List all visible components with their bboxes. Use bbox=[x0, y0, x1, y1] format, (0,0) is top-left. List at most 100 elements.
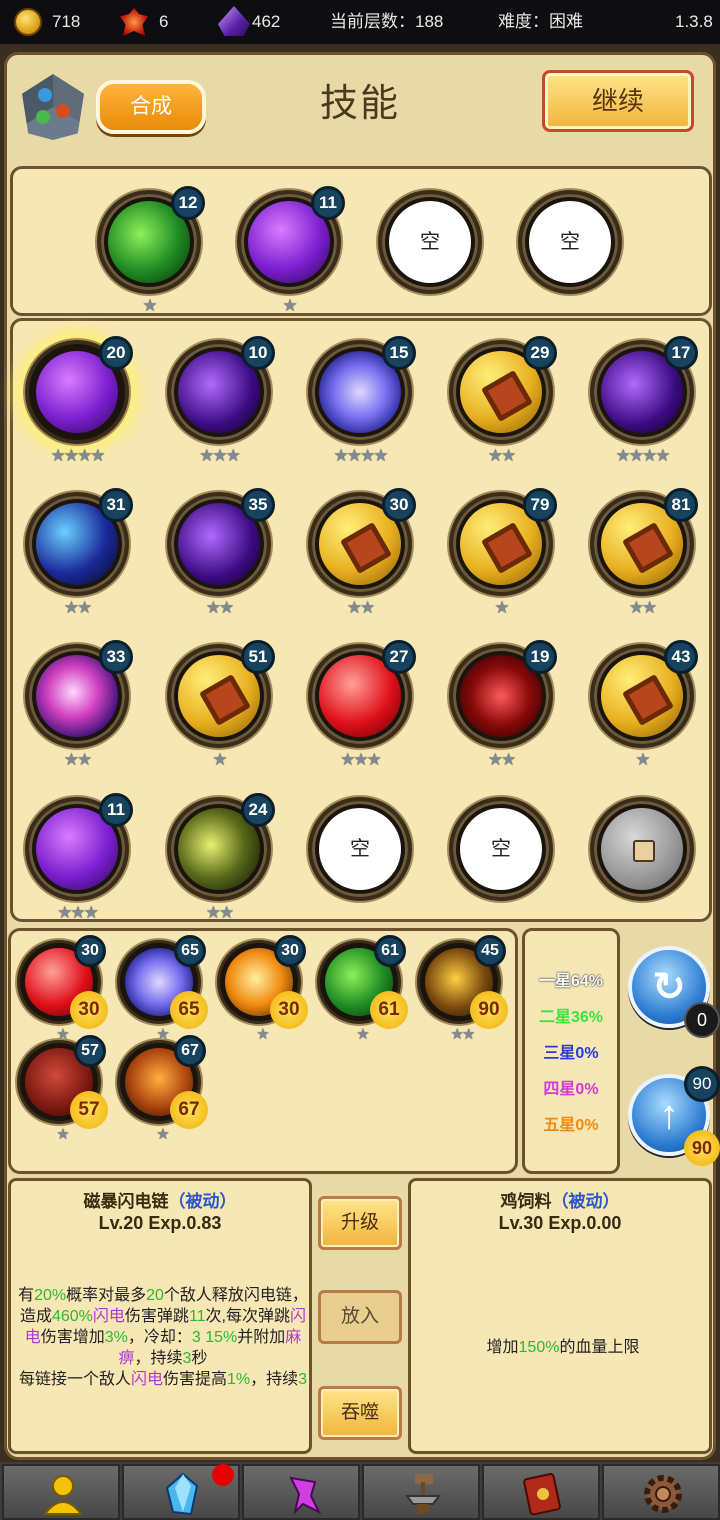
empty-skill-slot[interactable]: 空 bbox=[308, 797, 412, 901]
star-rating: ★ bbox=[356, 1026, 369, 1043]
star-rating: ★★ bbox=[487, 750, 516, 769]
crystal-icon bbox=[218, 6, 250, 36]
locked-skill-slot[interactable] bbox=[590, 797, 694, 901]
skill-slot[interactable]: 24 ★★ bbox=[167, 793, 275, 922]
continue-button[interactable]: 继续 bbox=[542, 70, 694, 132]
skill-level-badge: 51 bbox=[241, 640, 275, 674]
skill-level-badge: 19 bbox=[523, 640, 557, 674]
star-rating: ★ bbox=[494, 598, 509, 617]
star-ratio-panel: 一星64% 二星36% 三星0% 四星0% 五星0% bbox=[522, 928, 620, 1174]
nav-magic[interactable] bbox=[242, 1464, 360, 1520]
skill-level-badge: 33 bbox=[99, 640, 133, 674]
empty-slot-label: 空 bbox=[491, 838, 511, 860]
material-level-badge: 61 bbox=[374, 935, 406, 967]
anvil-icon bbox=[405, 1474, 441, 1514]
star-rating: ★★ bbox=[205, 598, 234, 617]
skill-slot[interactable]: 27 ★★★ bbox=[308, 640, 416, 769]
skill-level-badge: 11 bbox=[311, 186, 345, 220]
skill-slot[interactable]: 15 ★★★★ bbox=[308, 336, 416, 465]
material-count: 65 bbox=[170, 991, 208, 1029]
skill-slot[interactable]: 11 ★★★ bbox=[25, 793, 133, 922]
star-rating: ★★★ bbox=[199, 446, 241, 465]
skill-slot[interactable]: 35 ★★ bbox=[167, 488, 275, 617]
bottom-nav bbox=[0, 1462, 720, 1520]
gear-icon bbox=[644, 1475, 682, 1513]
passive-tag: （被动） bbox=[551, 1192, 620, 1211]
empty-skill-slot[interactable]: 空 bbox=[378, 190, 482, 294]
skill-slot[interactable]: 11 ★ bbox=[237, 186, 345, 315]
fire-gem-count: 6 bbox=[159, 12, 169, 31]
skill-level-badge: 29 bbox=[523, 336, 557, 370]
skill-slot[interactable]: 51 ★ bbox=[167, 640, 275, 769]
star-rating: ★★★ bbox=[57, 903, 99, 922]
passive-tag: （被动） bbox=[168, 1192, 237, 1211]
status-bar: 718 6 462 当前层数：188 难度：困难 1.3.8 bbox=[0, 0, 720, 44]
material-name: 鸡饲料（被动） bbox=[411, 1187, 709, 1212]
skill-slot[interactable]: 81 ★★ bbox=[590, 488, 698, 617]
empty-skill-slot[interactable]: 空 bbox=[449, 797, 553, 901]
star-ratio-label: 三星0% bbox=[543, 1045, 599, 1062]
empty-slot-label: 空 bbox=[350, 838, 370, 860]
skill-slot[interactable]: 29 ★★ bbox=[449, 336, 557, 465]
material-slot[interactable]: 30 30 ★ bbox=[17, 935, 108, 1043]
empty-skill-slot[interactable]: 空 bbox=[518, 190, 622, 294]
skill-slot[interactable]: 10 ★★★ bbox=[167, 336, 275, 465]
skill-slot[interactable]: 79 ★ bbox=[449, 488, 557, 617]
material-slot[interactable]: 61 61 ★ bbox=[317, 935, 408, 1043]
material-level-badge: 30 bbox=[74, 935, 106, 967]
gold-coin-icon bbox=[14, 8, 42, 36]
skill-slot[interactable]: 19 ★★ bbox=[449, 640, 557, 769]
star-rating: ★ bbox=[282, 296, 297, 315]
skill-slot[interactable]: 20 ★★★★ bbox=[25, 336, 133, 465]
skill-name: 磁暴闪电链（被动） bbox=[11, 1187, 309, 1212]
skill-name-text: 磁暴闪电链 bbox=[83, 1192, 169, 1211]
refresh-button[interactable]: ↻ 0 bbox=[628, 946, 720, 1038]
skill-level-badge: 17 bbox=[664, 336, 698, 370]
material-slot[interactable]: 57 57 ★ bbox=[17, 1035, 108, 1143]
skill-level-badge: 30 bbox=[382, 488, 416, 522]
star-rating: ★ bbox=[56, 1126, 69, 1143]
notification-dot bbox=[212, 1464, 234, 1486]
skill-slot[interactable]: 12 ★ bbox=[97, 186, 205, 315]
star-rating: ★ bbox=[256, 1026, 269, 1043]
material-count: 30 bbox=[70, 991, 108, 1029]
star-rating: ★★ bbox=[205, 903, 234, 922]
material-level-badge: 45 bbox=[474, 935, 506, 967]
skill-slot[interactable]: 31 ★★ bbox=[25, 488, 133, 617]
material-slot[interactable]: 65 65 ★ bbox=[117, 935, 208, 1043]
star-ratio-label: 一星64% bbox=[538, 973, 604, 990]
book-icon bbox=[523, 1473, 561, 1516]
auto-upgrade-button[interactable]: ↑ 90 90 bbox=[628, 1066, 720, 1166]
nav-codex[interactable] bbox=[482, 1464, 600, 1520]
nav-forge[interactable] bbox=[362, 1464, 480, 1520]
star-rating: ★★★ bbox=[340, 750, 382, 769]
star-rating: ★ bbox=[212, 750, 227, 769]
skill-slot[interactable]: 17 ★★★★ bbox=[590, 336, 698, 465]
nav-settings[interactable] bbox=[602, 1464, 720, 1520]
empty-slot-label: 空 bbox=[420, 231, 440, 253]
nav-hero[interactable] bbox=[2, 1464, 120, 1520]
devour-button[interactable]: 吞噬 bbox=[318, 1386, 402, 1440]
skill-slot[interactable]: 43 ★ bbox=[590, 640, 698, 769]
lock-icon bbox=[601, 808, 683, 890]
star-rating: ★★ bbox=[63, 598, 92, 617]
refresh-count: 0 bbox=[684, 1002, 720, 1038]
skill-slot[interactable]: 33 ★★ bbox=[25, 640, 133, 769]
material-slot[interactable]: 30 30 ★ bbox=[217, 935, 308, 1043]
gem-icon bbox=[165, 1472, 199, 1516]
material-slot[interactable]: 67 67 ★ bbox=[117, 1035, 208, 1143]
skill-slot[interactable]: 30 ★★ bbox=[308, 488, 416, 617]
place-button[interactable]: 放入 bbox=[318, 1290, 402, 1344]
upgrade-button[interactable]: 升级 bbox=[318, 1196, 402, 1250]
material-slot[interactable]: 45 90 ★★ bbox=[417, 935, 508, 1043]
star-rating: ★★ bbox=[63, 750, 92, 769]
material-count: 90 bbox=[470, 991, 508, 1029]
skill-level-badge: 11 bbox=[99, 793, 133, 827]
fire-gem-icon bbox=[120, 8, 148, 36]
skill-level-badge: 35 bbox=[241, 488, 275, 522]
skill-level-badge: 20 bbox=[99, 336, 133, 370]
material-skill-detail: 鸡饲料（被动） Lv.30 Exp.0.00 增加150%的血量上限 bbox=[408, 1178, 712, 1454]
star-ratio-label: 五星0% bbox=[543, 1117, 599, 1134]
version-label: 1.3.8 bbox=[675, 12, 713, 31]
material-count: 67 bbox=[170, 1091, 208, 1129]
